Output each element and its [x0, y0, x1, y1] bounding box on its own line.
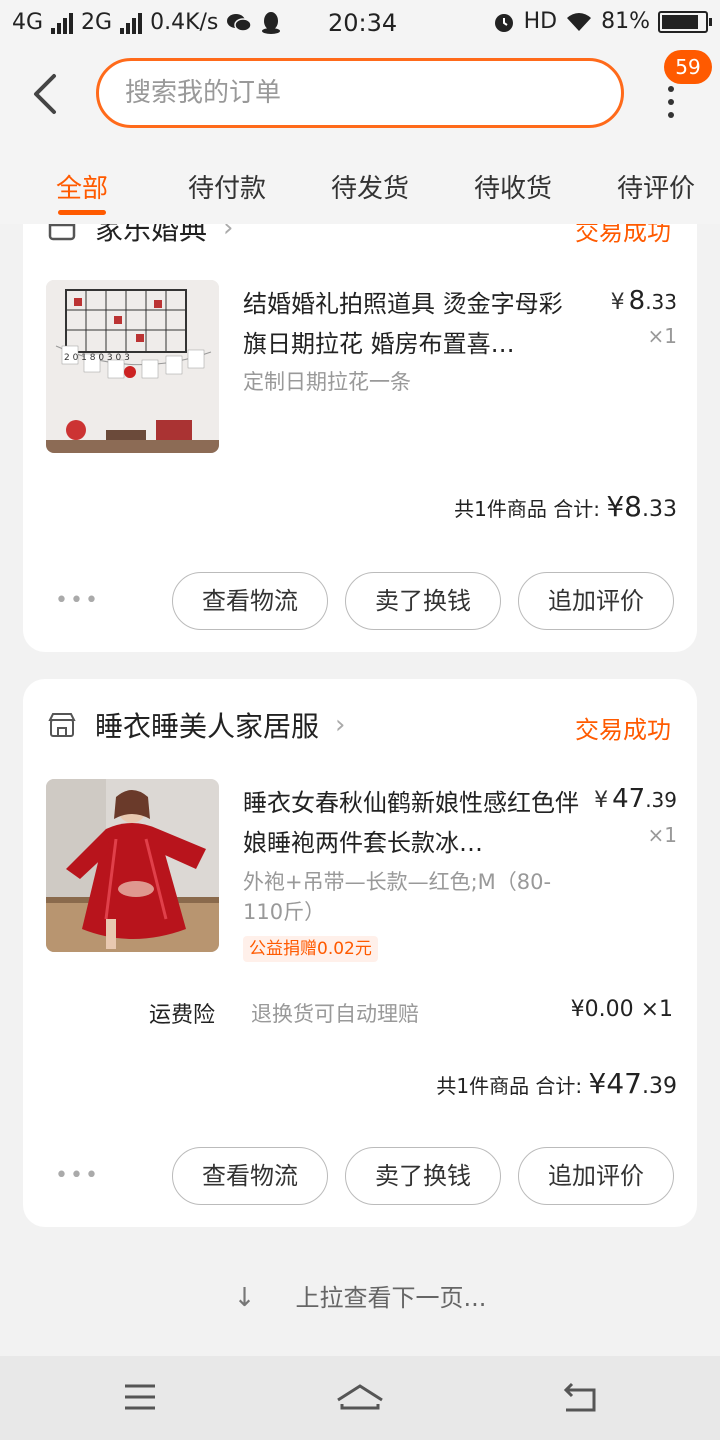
- signal-icon: [120, 12, 143, 34]
- wechat-icon: [227, 13, 253, 32]
- shipping-insurance-label: 运费险: [149, 1003, 216, 1028]
- more-actions-button[interactable]: •••: [55, 588, 100, 613]
- notification-badge: 59: [664, 50, 712, 84]
- tab-pending-payment[interactable]: 待付款: [188, 168, 266, 205]
- product-thumbnail[interactable]: [46, 779, 219, 952]
- order-tabs: 全部 待付款 待发货 待收货 待评价: [0, 144, 720, 224]
- home-icon[interactable]: [334, 1382, 386, 1416]
- order-status: 交易成功: [575, 224, 671, 246]
- order-total: 共1件商品 合计: ¥47.39: [436, 1067, 677, 1100]
- header: 59: [0, 48, 720, 144]
- chevron-right-icon: ›: [335, 710, 346, 740]
- product-spec: 定制日期拉花一条: [243, 370, 411, 394]
- status-bar: 4G 2G 0.4K/s 20:34 HD 81%: [0, 0, 720, 48]
- product-thumbnail[interactable]: 2 0 1 8 0 3 0 3: [46, 280, 219, 453]
- wifi-icon: [567, 12, 592, 31]
- thumbnail-date-text: 2 0 1 8 0 3 0 3: [64, 353, 130, 363]
- store-icon: [48, 713, 76, 737]
- alarm-icon: [494, 13, 513, 32]
- network-2g-label: 2G: [81, 10, 113, 35]
- back-icon[interactable]: [26, 70, 66, 118]
- product-image: 2 0 1 8 0 3 0 3: [46, 280, 219, 453]
- tab-pending-receipt[interactable]: 待收货: [474, 168, 552, 205]
- shipping-insurance-desc: 退换货可自动理赔: [251, 1002, 419, 1026]
- order-card: 家乐婚典 › 交易成功 2 0 1 8 0 3 0 3 结婚婚礼拍照道具 烫金字…: [23, 224, 697, 652]
- search-box[interactable]: [96, 58, 624, 128]
- shop-name: 家乐婚典: [95, 224, 208, 246]
- arrow-down-icon: ↓: [233, 1283, 256, 1313]
- status-right: HD 81%: [492, 9, 712, 34]
- store-icon: [48, 224, 76, 241]
- back-nav-icon[interactable]: [560, 1382, 600, 1414]
- network-speed: 0.4K/s: [150, 10, 219, 35]
- order-total: 共1件商品 合计: ¥8.33: [454, 490, 677, 523]
- charity-badge: 公益捐赠0.02元: [243, 936, 378, 962]
- add-review-button[interactable]: 追加评价: [518, 572, 674, 630]
- shipping-insurance-price: ¥0.00 ×1: [570, 997, 673, 1022]
- battery-icon: [658, 10, 712, 33]
- view-logistics-button[interactable]: 查看物流: [172, 1147, 328, 1205]
- shop-header[interactable]: 家乐婚典 ›: [47, 224, 233, 248]
- tab-all[interactable]: 全部: [56, 168, 108, 205]
- product-spec: 外袍+吊带—长款—红色;M（80-110斤）: [243, 870, 552, 924]
- load-more-hint: ↓ 上拉查看下一页...: [0, 1278, 720, 1313]
- order-status: 交易成功: [575, 716, 671, 744]
- resell-button[interactable]: 卖了换钱: [345, 1147, 501, 1205]
- shop-header[interactable]: 睡衣睡美人家居服 ›: [47, 705, 345, 745]
- product-price: ¥8.33: [610, 286, 677, 316]
- resell-button[interactable]: 卖了换钱: [345, 572, 501, 630]
- more-actions-button[interactable]: •••: [55, 1163, 100, 1188]
- status-left: 4G 2G 0.4K/s: [12, 10, 282, 35]
- tab-active-indicator: [58, 210, 106, 215]
- order-card: 睡衣睡美人家居服 › 交易成功 睡衣女春秋仙鹤新娘性感红色伴娘睡袍两件套长款冰……: [23, 679, 697, 1227]
- load-more-text: 上拉查看下一页...: [295, 1284, 487, 1312]
- view-logistics-button[interactable]: 查看物流: [172, 572, 328, 630]
- product-image: [46, 779, 219, 952]
- signal-icon: [51, 12, 74, 34]
- order-list[interactable]: 家乐婚典 › 交易成功 2 0 1 8 0 3 0 3 结婚婚礼拍照道具 烫金字…: [0, 224, 720, 1356]
- battery-percent: 81%: [601, 9, 650, 34]
- tab-pending-review[interactable]: 待评价: [617, 168, 695, 205]
- network-4g-label: 4G: [12, 10, 44, 35]
- search-input[interactable]: [99, 61, 621, 125]
- qq-icon: [262, 11, 281, 34]
- menu-icon[interactable]: [122, 1382, 158, 1412]
- product-title[interactable]: 睡衣女春秋仙鹤新娘性感红色伴娘睡袍两件套长款冰…: [243, 783, 583, 863]
- tab-pending-shipment[interactable]: 待发货: [331, 168, 409, 205]
- product-title[interactable]: 结婚婚礼拍照道具 烫金字母彩旗日期拉花 婚房布置喜…: [243, 284, 583, 364]
- chevron-right-icon: ›: [223, 224, 234, 243]
- add-review-button[interactable]: 追加评价: [518, 1147, 674, 1205]
- product-quantity: ×1: [647, 324, 677, 348]
- hd-label: HD: [523, 9, 558, 34]
- system-nav-bar: [0, 1356, 720, 1440]
- more-menu-icon[interactable]: [664, 86, 678, 118]
- shop-name: 睡衣睡美人家居服: [95, 710, 320, 743]
- clock: 20:34: [328, 9, 398, 37]
- product-price: ¥47.39: [594, 784, 677, 814]
- product-quantity: ×1: [647, 823, 677, 847]
